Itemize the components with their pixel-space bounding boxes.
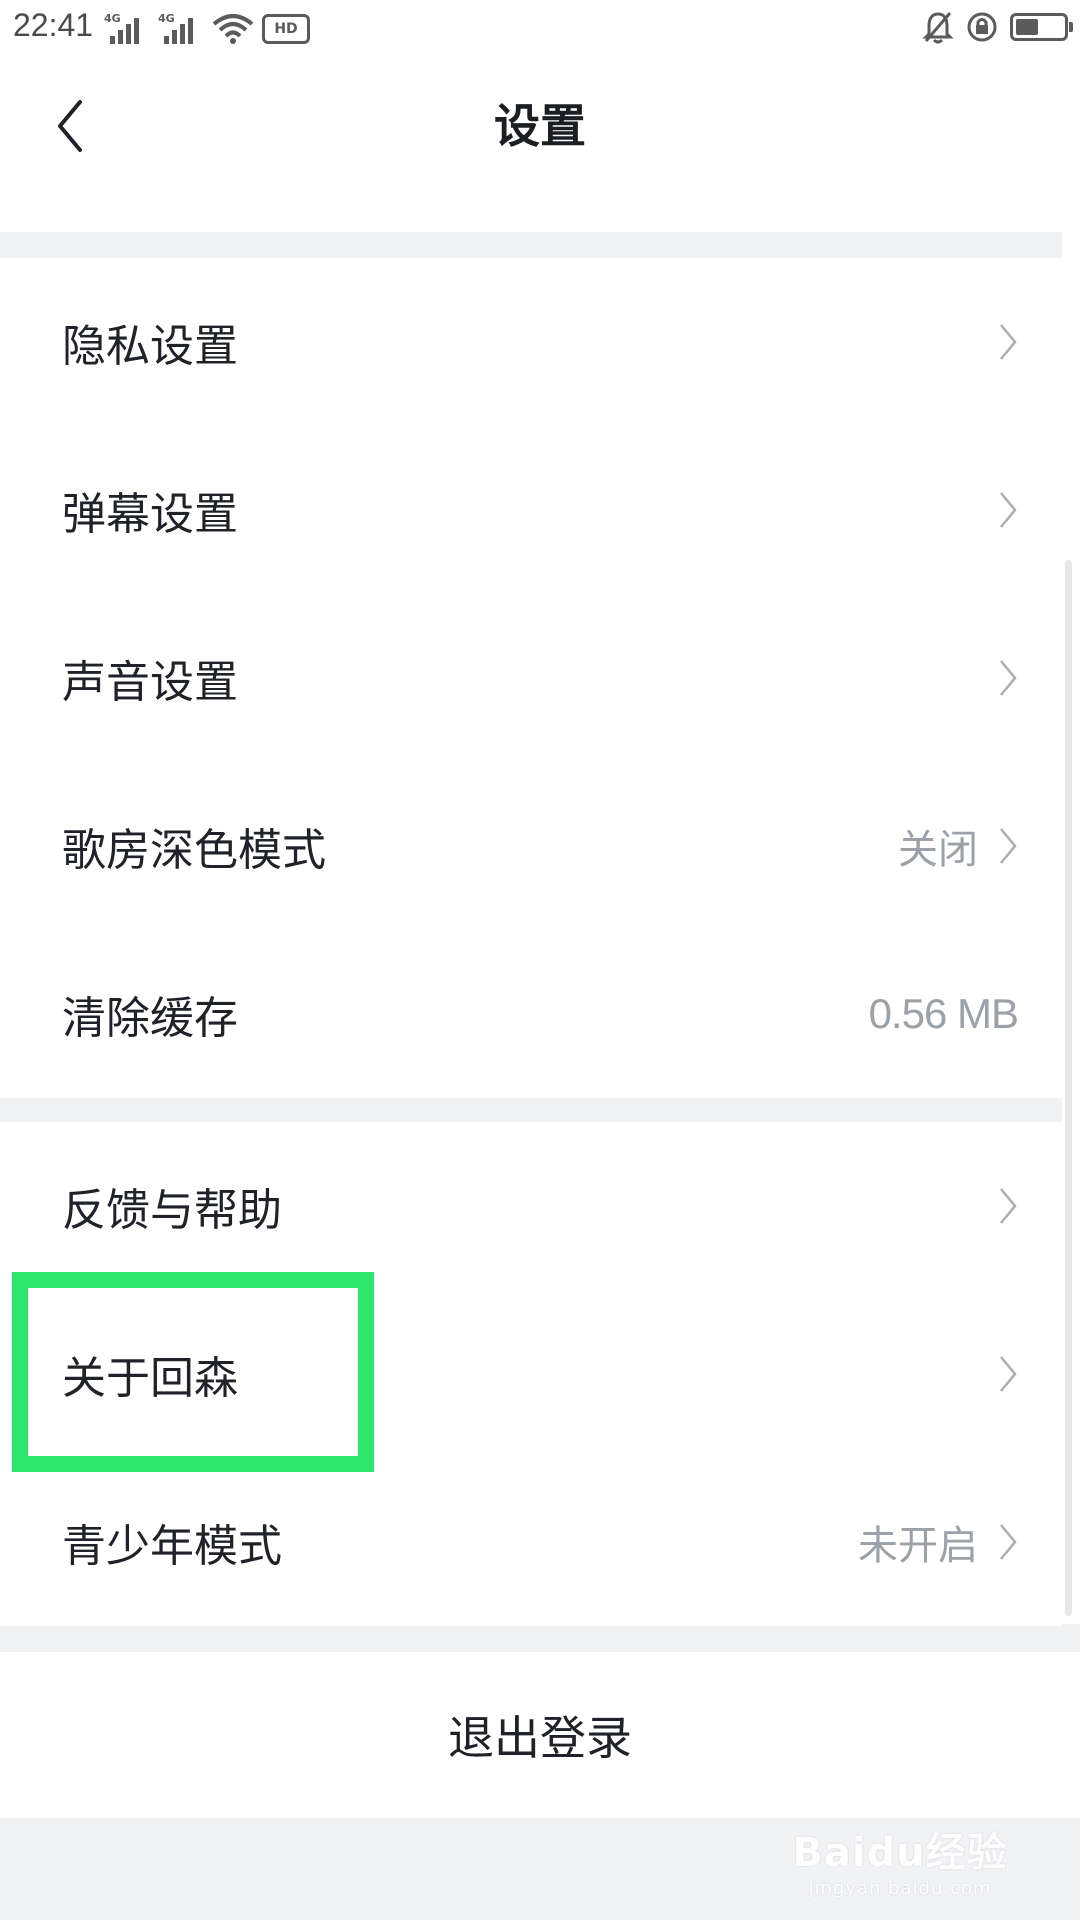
battery-icon <box>1010 13 1073 41</box>
hd-voice-icon: HD <box>262 14 310 44</box>
chevron-right-icon <box>1000 1356 1017 1392</box>
bell-muted-icon <box>922 12 954 44</box>
row-label: 关于回森 <box>62 1353 238 1404</box>
settings-group-general: 隐私设置 弹幕设置 声音设置 歌房深色模式 关闭 清除缓存 0.56 MB <box>0 258 1062 1098</box>
status-time: 22:41 <box>13 7 94 43</box>
row-label: 歌房深色模式 <box>62 825 326 876</box>
settings-row-danmaku[interactable]: 弹幕设置 <box>0 426 1062 594</box>
settings-row-privacy[interactable]: 隐私设置 <box>0 258 1062 426</box>
status-left-icons: 4G 4G HD <box>104 12 310 44</box>
cache-size-value: 0.56 MB <box>868 990 1019 1037</box>
cell-signal-icon: 4G <box>104 12 150 44</box>
logout-label: 退出登录 <box>448 1711 632 1765</box>
watermark-sub: jingyan.baidu.com <box>808 1878 992 1899</box>
wifi-icon <box>212 14 254 44</box>
row-label: 反馈与帮助 <box>62 1185 282 1236</box>
chevron-right-icon <box>1000 1524 1017 1560</box>
page-title: 设置 <box>494 99 586 153</box>
row-label: 弹幕设置 <box>62 489 238 540</box>
row-label: 清除缓存 <box>62 993 238 1044</box>
chevron-right-icon <box>1000 660 1017 696</box>
status-right-icons <box>922 10 1073 44</box>
settings-row-teen-mode[interactable]: 青少年模式 未开启 <box>0 1458 1062 1626</box>
header: 设置 <box>0 60 1080 232</box>
settings-row-sound[interactable]: 声音设置 <box>0 594 1062 762</box>
logout-button[interactable]: 退出登录 <box>0 1652 1080 1818</box>
status-bar: 22:41 4G 4G HD <box>0 0 1080 60</box>
chevron-right-icon <box>1000 324 1017 360</box>
rotation-lock-icon <box>967 12 997 42</box>
scroll-track[interactable] <box>1062 232 1080 1624</box>
chevron-right-icon <box>1000 1188 1017 1224</box>
chevron-right-icon <box>1000 828 1017 864</box>
cell-signal-icon: 4G <box>158 12 204 44</box>
row-value: 关闭 <box>898 827 978 873</box>
settings-row-dark-mode[interactable]: 歌房深色模式 关闭 <box>0 762 1062 930</box>
settings-row-clear-cache[interactable]: 清除缓存 0.56 MB <box>0 930 1062 1098</box>
chevron-right-icon <box>1000 492 1017 528</box>
settings-row-feedback[interactable]: 反馈与帮助 <box>0 1122 1062 1290</box>
settings-group-about: 反馈与帮助 关于回森 青少年模式 未开启 <box>0 1122 1062 1626</box>
row-label: 隐私设置 <box>62 321 238 372</box>
baidu-watermark: Baidu经验 jingyan.baidu.com <box>780 1820 1020 1910</box>
watermark-main: Baidu经验 <box>792 1830 1008 1876</box>
settings-row-about[interactable]: 关于回森 <box>0 1290 1062 1458</box>
row-label: 青少年模式 <box>62 1521 282 1572</box>
row-value: 未开启 <box>858 1523 978 1569</box>
scrollbar-thumb[interactable] <box>1065 560 1072 1616</box>
row-label: 声音设置 <box>62 657 238 708</box>
